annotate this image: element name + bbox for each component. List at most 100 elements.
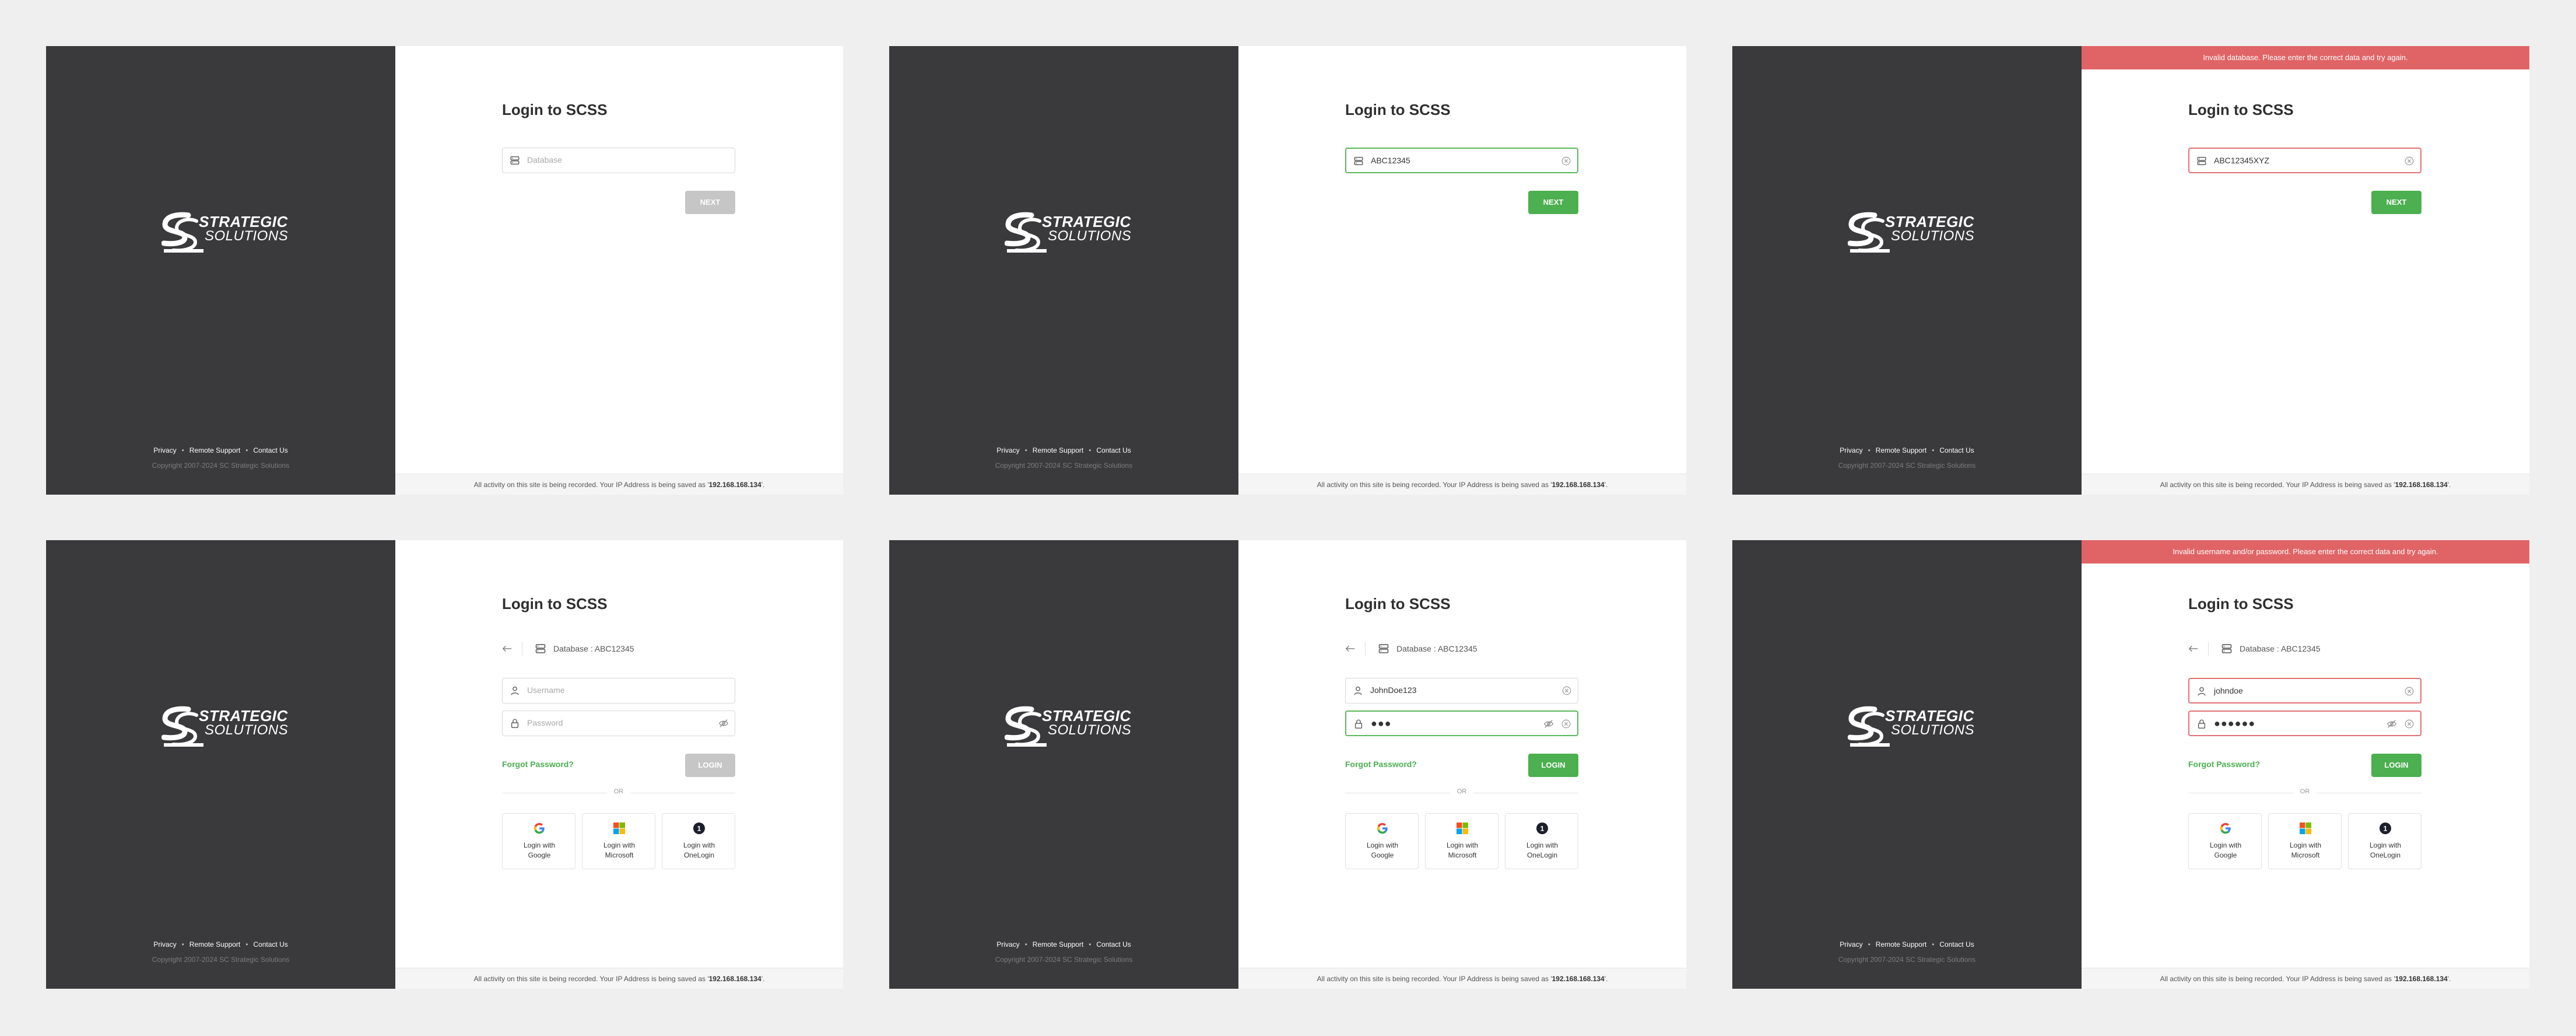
next-button[interactable]: NEXT [1528, 191, 1578, 214]
clear-icon[interactable] [2404, 156, 2414, 166]
login-with-onelogin-button[interactable]: 1 Login with OneLogin [662, 813, 735, 869]
login-button[interactable]: LOGIN [1528, 754, 1578, 777]
company-logo: STRATEGIC SOLUTIONS [1848, 705, 1974, 751]
login-panel-2: STRATEGIC SOLUTIONS Privacy • Remote Suppo… [889, 46, 1686, 495]
error-alert: Invalid database. Please enter the corre… [2082, 46, 2529, 69]
back-arrow-icon[interactable] [502, 644, 513, 653]
login-with-microsoft-button[interactable]: Login with Microsoft [1425, 813, 1498, 869]
database-field[interactable]: ABC12345 [1345, 148, 1578, 173]
company-logo: STRATEGIC SOLUTIONS [1848, 211, 1974, 257]
clear-icon[interactable] [1561, 685, 1572, 696]
database-icon [1353, 156, 1364, 166]
onelogin-login-label: Login with OneLogin [1505, 841, 1579, 860]
remote-support-link[interactable]: Remote Support [189, 446, 240, 454]
ip-address: 192.168.168.134 [2395, 481, 2448, 489]
database-icon [1378, 643, 1389, 654]
clear-icon[interactable] [2404, 719, 2414, 729]
contact-us-link[interactable]: Contact Us [1096, 940, 1131, 949]
contact-us-link[interactable]: Contact Us [1939, 446, 1974, 454]
google-icon [1376, 822, 1389, 835]
page-title: Login to SCSS [1345, 595, 1451, 612]
next-button[interactable]: NEXT [685, 191, 735, 214]
privacy-link[interactable]: Privacy [996, 446, 1019, 454]
login-with-microsoft-button[interactable]: Login with Microsoft [582, 813, 655, 869]
onelogin-icon: 1 [2379, 822, 2392, 835]
password-field[interactable]: ●●●●●● [2188, 710, 2421, 736]
ip-notice-footer: All activity on this site is being recor… [1238, 474, 1686, 495]
login-button[interactable]: LOGIN [685, 754, 735, 777]
company-logo: STRATEGIC SOLUTIONS [1005, 211, 1131, 257]
login-with-onelogin-button[interactable]: 1 Login with OneLogin [2348, 813, 2421, 869]
clear-icon[interactable] [2404, 686, 2414, 696]
login-button[interactable]: LOGIN [2371, 754, 2421, 777]
password-field[interactable]: ●●● [1345, 710, 1578, 736]
google-icon [2219, 822, 2232, 835]
page-title: Login to SCSS [2188, 595, 2294, 612]
username-field-value: JohnDoe123 [1370, 685, 1417, 695]
svg-text:1: 1 [2384, 825, 2388, 833]
page-title: Login to SCSS [2188, 101, 2294, 118]
login-panel-3: STRATEGIC SOLUTIONS Privacy • Remote Suppo… [1732, 46, 2529, 495]
forgot-password-link[interactable]: Forgot Password? [1345, 760, 1417, 769]
privacy-link[interactable]: Privacy [153, 940, 176, 949]
eye-slash-icon[interactable] [2387, 719, 2397, 729]
brand-panel: STRATEGIC SOLUTIONS Privacy • Remote Suppo… [1732, 540, 2082, 989]
contact-us-link[interactable]: Contact Us [1096, 446, 1131, 454]
ip-notice-suffix: '. [2447, 481, 2451, 489]
ip-notice-footer: All activity on this site is being recor… [2082, 474, 2529, 495]
username-field[interactable]: JohnDoe123 [1345, 678, 1578, 704]
ip-notice-suffix: '. [1604, 975, 1608, 983]
remote-support-link[interactable]: Remote Support [1033, 940, 1083, 949]
back-arrow-icon[interactable] [2188, 644, 2199, 653]
remote-support-link[interactable]: Remote Support [1033, 446, 1083, 454]
copyright: Copyright 2007-2024 SC Strategic Solutio… [152, 956, 290, 964]
onelogin-icon: 1 [693, 822, 706, 835]
back-arrow-icon[interactable] [1345, 644, 1356, 653]
clear-icon[interactable] [1561, 719, 1571, 729]
login-with-google-button[interactable]: Login with Google [1345, 813, 1419, 869]
ip-notice-prefix: All activity on this site is being recor… [473, 975, 709, 983]
or-divider: OR [2188, 788, 2421, 797]
separator-dot: • [245, 940, 248, 949]
forgot-password-link[interactable]: Forgot Password? [502, 760, 574, 769]
database-field[interactable]: Database [502, 148, 735, 173]
onelogin-login-label-line2: OneLogin [2370, 851, 2401, 859]
eye-slash-icon[interactable] [1543, 719, 1554, 729]
remote-support-link[interactable]: Remote Support [189, 940, 240, 949]
ip-address: 192.168.168.134 [708, 481, 761, 489]
username-field[interactable]: Username [502, 678, 735, 704]
password-field[interactable]: Password [502, 710, 735, 736]
page-title: Login to SCSS [502, 101, 608, 118]
login-with-onelogin-button[interactable]: 1 Login with OneLogin [1505, 813, 1578, 869]
google-login-label: Login with Google [1346, 841, 1419, 860]
login-with-google-button[interactable]: Login with Google [502, 813, 575, 869]
privacy-link[interactable]: Privacy [1840, 446, 1862, 454]
next-button[interactable]: NEXT [2371, 191, 2421, 214]
password-field-value: ●●● [1371, 718, 1392, 729]
clear-icon[interactable] [1561, 156, 1571, 166]
privacy-link[interactable]: Privacy [996, 940, 1019, 949]
forgot-password-link[interactable]: Forgot Password? [2188, 760, 2260, 769]
separator-dot: • [1932, 446, 1935, 454]
brand-panel: STRATEGIC SOLUTIONS Privacy • Remote Suppo… [889, 540, 1238, 989]
login-content: Invalid database. Please enter the corre… [2082, 46, 2529, 495]
ip-notice-footer: All activity on this site is being recor… [2082, 968, 2529, 989]
google-login-label-line1: Login with [1366, 841, 1399, 849]
privacy-link[interactable]: Privacy [1840, 940, 1862, 949]
contact-us-link[interactable]: Contact Us [253, 446, 287, 454]
login-with-microsoft-button[interactable]: Login with Microsoft [2268, 813, 2342, 869]
database-breadcrumb: Database : ABC12345 [502, 642, 735, 656]
eye-slash-icon[interactable] [718, 718, 729, 729]
ip-address: 192.168.168.134 [708, 975, 761, 983]
database-field[interactable]: ABC12345XYZ [2188, 148, 2421, 173]
logo-text-solutions: SOLUTIONS [1048, 228, 1132, 244]
google-login-label-line1: Login with [2209, 841, 2242, 849]
login-with-google-button[interactable]: Login with Google [2188, 813, 2262, 869]
separator-dot: • [1024, 940, 1027, 949]
username-field[interactable]: johndoe [2188, 678, 2421, 704]
remote-support-link[interactable]: Remote Support [1876, 940, 1926, 949]
remote-support-link[interactable]: Remote Support [1876, 446, 1926, 454]
privacy-link[interactable]: Privacy [153, 446, 176, 454]
contact-us-link[interactable]: Contact Us [1939, 940, 1974, 949]
contact-us-link[interactable]: Contact Us [253, 940, 287, 949]
